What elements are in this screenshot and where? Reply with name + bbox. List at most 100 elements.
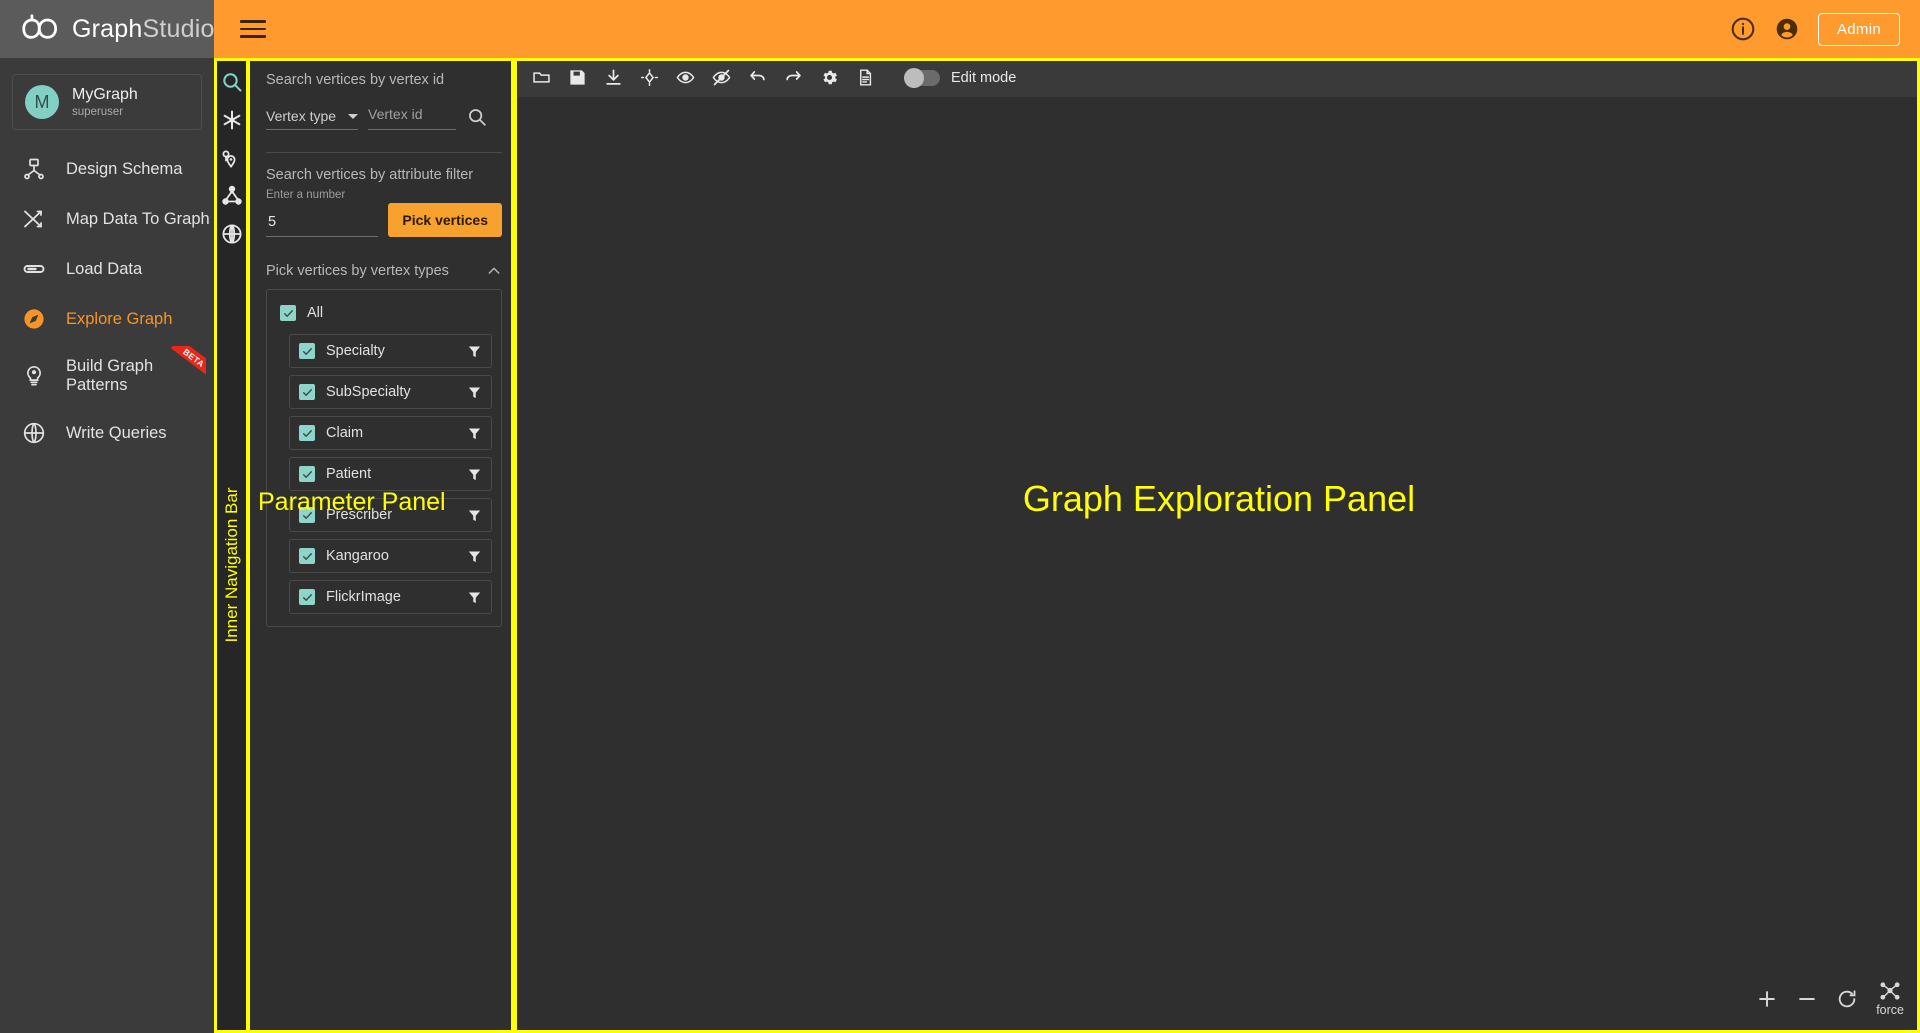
sidebar-item-build-graph-patterns[interactable]: Build Graph Patterns BETA	[0, 344, 214, 408]
vertex-type-value: Vertex type	[266, 108, 336, 124]
search-icon[interactable]	[220, 70, 244, 94]
account-circle-icon[interactable]	[1774, 16, 1800, 42]
hamburger-menu-icon[interactable]	[240, 15, 266, 43]
brand-area[interactable]: GraphStudio	[0, 0, 214, 58]
checkbox-checked-icon[interactable]	[299, 548, 315, 564]
force-layout-button[interactable]: force	[1876, 980, 1904, 1017]
sidebar-item-explore-graph[interactable]: Explore Graph	[0, 294, 214, 344]
funnel-icon[interactable]	[467, 508, 482, 523]
sidebar-item-label: Design Schema	[66, 160, 182, 179]
search-icon[interactable]	[466, 106, 488, 128]
funnel-icon[interactable]	[467, 426, 482, 441]
minus-icon[interactable]	[1796, 988, 1818, 1010]
vertex-id-placeholder: Vertex id	[368, 106, 422, 122]
chevron-up-icon[interactable]	[486, 263, 502, 279]
force-layout-icon	[1879, 980, 1901, 1002]
asterisk-star-icon[interactable]	[220, 108, 244, 132]
graph-panel-overlay-label: Graph Exploration Panel	[518, 478, 1920, 520]
checkbox-checked-icon[interactable]	[299, 384, 315, 400]
pick-vertices-button[interactable]: Pick vertices	[388, 203, 502, 237]
funnel-icon[interactable]	[467, 467, 482, 482]
checkbox-label: Specialty	[326, 343, 456, 359]
plus-icon[interactable]	[1756, 988, 1778, 1010]
attribute-filter-row: 5 Pick vertices	[266, 203, 502, 237]
sidebar-item-label: Explore Graph	[66, 310, 172, 329]
checkbox-row-all[interactable]: All	[276, 299, 492, 327]
pick-vertex-types-title: Pick vertices by vertex types	[266, 263, 449, 279]
checkbox-label: Patient	[326, 466, 456, 482]
infinity-loop-logo	[22, 14, 60, 44]
top-bar-main: Admin	[214, 0, 1920, 58]
load-data-icon	[22, 257, 46, 281]
sidebar-item-write-queries[interactable]: Write Queries	[0, 408, 214, 458]
checkbox-checked-icon[interactable]	[299, 589, 315, 605]
graph-toolbar: Edit mode	[518, 58, 1920, 97]
shuffle-arrows-icon	[22, 207, 46, 231]
number-hint-label: Enter a number	[266, 189, 502, 201]
eye-off-icon[interactable]	[712, 68, 731, 87]
funnel-icon[interactable]	[467, 590, 482, 605]
search-by-id-title: Search vertices by vertex id	[266, 72, 502, 88]
folder-open-icon[interactable]	[532, 68, 551, 87]
inner-nav-buttons	[214, 58, 250, 246]
attribute-filter-title: Search vertices by attribute filter	[266, 167, 502, 183]
undo-icon[interactable]	[748, 68, 767, 87]
checkbox-row-subspecialty[interactable]: SubSpecialty	[289, 375, 492, 409]
save-disk-icon[interactable]	[568, 68, 587, 87]
number-input[interactable]: 5	[266, 212, 378, 237]
toggle-knob	[904, 68, 924, 88]
vertex-types-list: All Specialty SubSpecialty	[266, 289, 502, 627]
toggle-track	[904, 70, 940, 86]
checkbox-label: Prescriber	[326, 507, 456, 523]
checkbox-label: SubSpecialty	[326, 384, 456, 400]
redo-icon[interactable]	[784, 68, 803, 87]
checkbox-checked-icon[interactable]	[299, 507, 315, 523]
info-circle-icon[interactable]	[1730, 16, 1756, 42]
chevron-down-icon	[348, 114, 358, 119]
path-finder-icon[interactable]	[220, 146, 244, 170]
checkbox-row-specialty[interactable]: Specialty	[289, 334, 492, 368]
edit-mode-toggle[interactable]: Edit mode	[904, 70, 1016, 86]
graph-exploration-panel: Edit mode Graph Exploration Panel	[518, 58, 1920, 1033]
vertex-type-select[interactable]: Vertex type	[266, 108, 358, 130]
globe-grid-icon[interactable]	[220, 222, 244, 246]
sidebar-item-label: Build Graph Patterns	[66, 357, 214, 395]
sidebar-item-map-data-to-graph[interactable]: Map Data To Graph	[0, 194, 214, 244]
sidebar-item-design-schema[interactable]: Design Schema	[0, 144, 214, 194]
checkbox-label: Kangaroo	[326, 548, 456, 564]
checkbox-row-flickrimage[interactable]: FlickrImage	[289, 580, 492, 614]
checkbox-label: Claim	[326, 425, 456, 441]
funnel-icon[interactable]	[467, 549, 482, 564]
checkbox-row-patient[interactable]: Patient	[289, 457, 492, 491]
graph-selector-card[interactable]: M MyGraph superuser	[12, 74, 202, 130]
target-focus-icon[interactable]	[640, 68, 659, 87]
sidebar-item-label: Write Queries	[66, 424, 167, 443]
node-cluster-icon[interactable]	[220, 184, 244, 208]
checkbox-row-claim[interactable]: Claim	[289, 416, 492, 450]
admin-button[interactable]: Admin	[1818, 13, 1900, 46]
refresh-icon[interactable]	[1836, 988, 1858, 1010]
graph-canvas[interactable]: Graph Exploration Panel	[518, 97, 1920, 1033]
gear-icon[interactable]	[820, 68, 839, 87]
checkbox-row-kangaroo[interactable]: Kangaroo	[289, 539, 492, 573]
sidebar-item-load-data[interactable]: Load Data	[0, 244, 214, 294]
funnel-icon[interactable]	[467, 385, 482, 400]
eye-icon[interactable]	[676, 68, 695, 87]
parameter-panel: Search vertices by vertex id Vertex type…	[250, 58, 518, 1033]
checkbox-label: FlickrImage	[326, 589, 456, 605]
checkbox-checked-icon[interactable]	[299, 343, 315, 359]
top-bar: GraphStudio Admin	[0, 0, 1920, 58]
graph-name: MyGraph	[72, 86, 138, 104]
force-layout-label: force	[1876, 1003, 1904, 1017]
checkbox-checked-icon[interactable]	[299, 466, 315, 482]
funnel-icon[interactable]	[467, 344, 482, 359]
document-icon[interactable]	[856, 68, 875, 87]
download-icon[interactable]	[604, 68, 623, 87]
checkbox-row-prescriber[interactable]: Prescriber	[289, 498, 492, 532]
vertex-id-input[interactable]: Vertex id	[368, 106, 456, 130]
lightbulb-icon	[22, 364, 46, 388]
pick-vertex-types-header[interactable]: Pick vertices by vertex types	[266, 263, 502, 279]
brand-title: GraphStudio	[72, 15, 215, 44]
checkbox-checked-icon[interactable]	[299, 425, 315, 441]
checkbox-checked-icon[interactable]	[280, 305, 296, 321]
